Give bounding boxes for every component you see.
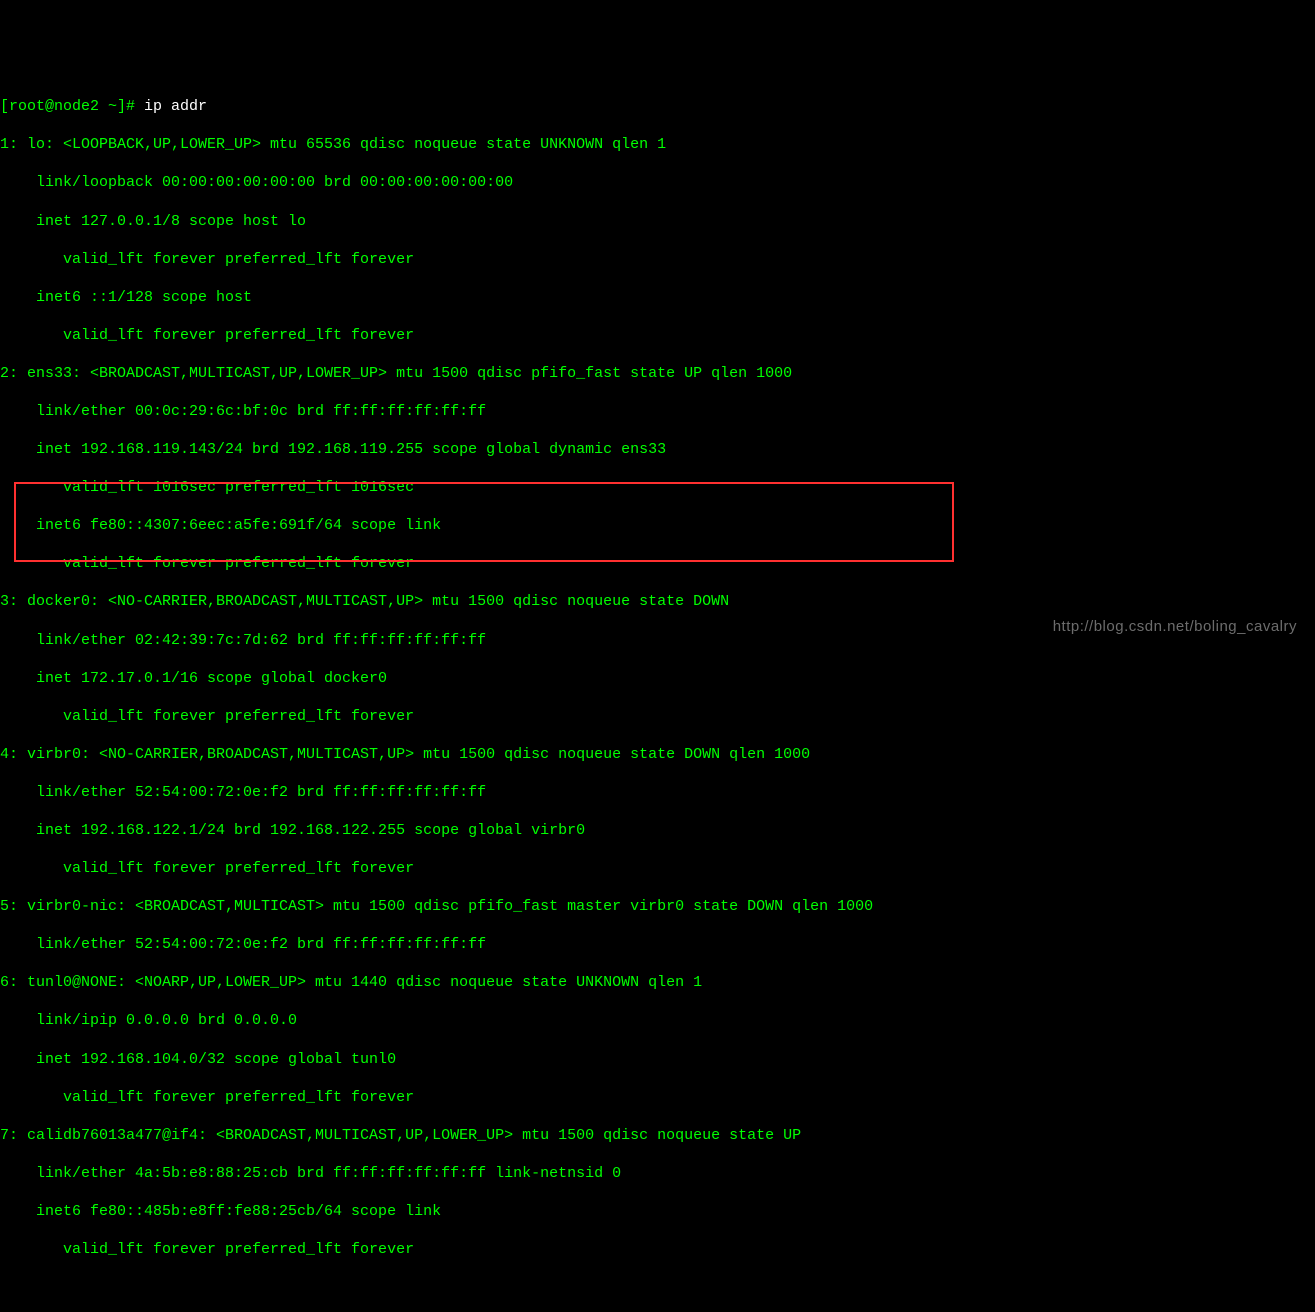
output-line-2: link/loopback 00:00:00:00:00:00 brd 00:0… — [0, 173, 1315, 192]
terminal-output[interactable]: [root@node2 ~]# ip addr 1: lo: <LOOPBACK… — [0, 76, 1315, 1280]
output-line-17: 4: virbr0: <NO-CARRIER,BROADCAST,MULTICA… — [0, 745, 1315, 764]
output-line-20: valid_lft forever preferred_lft forever — [0, 859, 1315, 878]
output-line-29: inet6 fe80::485b:e8ff:fe88:25cb/64 scope… — [0, 1202, 1315, 1221]
output-line-26: valid_lft forever preferred_lft forever — [0, 1088, 1315, 1107]
output-line-19: inet 192.168.122.1/24 brd 192.168.122.25… — [0, 821, 1315, 840]
output-line-28: link/ether 4a:5b:e8:88:25:cb brd ff:ff:f… — [0, 1164, 1315, 1183]
output-line-21: 5: virbr0-nic: <BROADCAST,MULTICAST> mtu… — [0, 897, 1315, 916]
output-line-8: link/ether 00:0c:29:6c:bf:0c brd ff:ff:f… — [0, 402, 1315, 421]
output-line-30: valid_lft forever preferred_lft forever — [0, 1240, 1315, 1259]
output-line-9: inet 192.168.119.143/24 brd 192.168.119.… — [0, 440, 1315, 459]
output-line-18: link/ether 52:54:00:72:0e:f2 brd ff:ff:f… — [0, 783, 1315, 802]
output-line-12: valid_lft forever preferred_lft forever — [0, 554, 1315, 573]
output-line-11: inet6 fe80::4307:6eec:a5fe:691f/64 scope… — [0, 516, 1315, 535]
output-line-7: 2: ens33: <BROADCAST,MULTICAST,UP,LOWER_… — [0, 364, 1315, 383]
output-line-22: link/ether 52:54:00:72:0e:f2 brd ff:ff:f… — [0, 935, 1315, 954]
output-line-16: valid_lft forever preferred_lft forever — [0, 707, 1315, 726]
output-line-6: valid_lft forever preferred_lft forever — [0, 326, 1315, 345]
output-line-1: 1: lo: <LOOPBACK,UP,LOWER_UP> mtu 65536 … — [0, 135, 1315, 154]
output-line-4: valid_lft forever preferred_lft forever — [0, 250, 1315, 269]
output-line-3: inet 127.0.0.1/8 scope host lo — [0, 212, 1315, 231]
output-line-10: valid_lft 1016sec preferred_lft 1016sec — [0, 478, 1315, 497]
output-line-24: link/ipip 0.0.0.0 brd 0.0.0.0 — [0, 1011, 1315, 1030]
prompt-command: ip addr — [144, 98, 207, 115]
output-line-5: inet6 ::1/128 scope host — [0, 288, 1315, 307]
prompt-line: [root@node2 ~]# ip addr — [0, 97, 1315, 116]
output-line-27: 7: calidb76013a477@if4: <BROADCAST,MULTI… — [0, 1126, 1315, 1145]
output-line-23: 6: tunl0@NONE: <NOARP,UP,LOWER_UP> mtu 1… — [0, 973, 1315, 992]
prompt-user-host: [root@node2 ~]# — [0, 98, 144, 115]
output-line-15: inet 172.17.0.1/16 scope global docker0 — [0, 669, 1315, 688]
output-line-13: 3: docker0: <NO-CARRIER,BROADCAST,MULTIC… — [0, 592, 1315, 611]
output-line-25: inet 192.168.104.0/32 scope global tunl0 — [0, 1050, 1315, 1069]
watermark-text: http://blog.csdn.net/boling_cavalry — [1053, 617, 1297, 636]
